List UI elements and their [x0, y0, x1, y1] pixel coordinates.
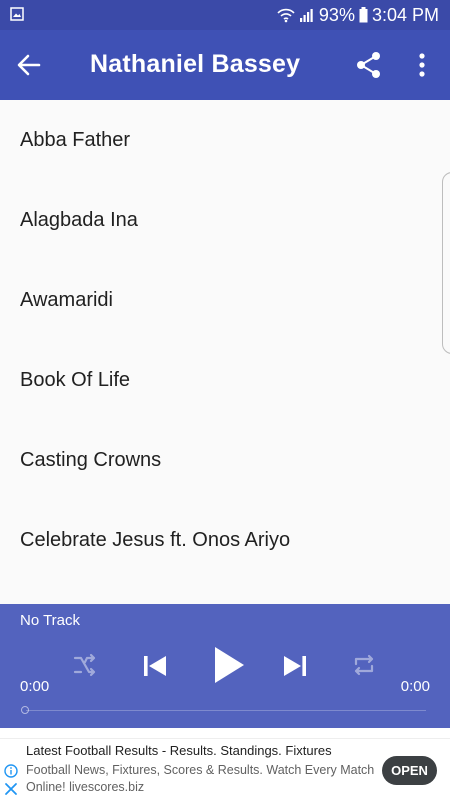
song-title: Awamaridi — [20, 288, 113, 311]
ad-banner[interactable]: Latest Football Results - Results. Stand… — [0, 738, 450, 801]
song-title: Abba Father — [20, 128, 131, 151]
wifi-icon — [277, 8, 295, 23]
current-track: No Track — [20, 612, 81, 629]
back-arrow-icon[interactable] — [16, 52, 42, 78]
previous-icon[interactable] — [140, 651, 170, 681]
ad-close-icon[interactable] — [4, 782, 18, 796]
song-item[interactable]: Abba Father — [0, 100, 450, 180]
seek-thumb[interactable] — [21, 706, 29, 714]
app-bar: Nathaniel Bassey — [0, 30, 450, 100]
ad-info-icon[interactable] — [4, 764, 18, 778]
next-icon[interactable] — [280, 651, 310, 681]
song-title: Celebrate Jesus ft. Onos Ariyo — [20, 528, 291, 551]
clock: 3:04 PM — [371, 4, 439, 25]
song-item[interactable]: Awamaridi — [0, 260, 450, 340]
song-title: Alagbada Ina — [20, 208, 138, 231]
elapsed-time: 0:00 — [20, 678, 50, 695]
side-drawer-handle[interactable] — [442, 172, 450, 354]
total-time: 0:00 — [400, 678, 430, 695]
status-bar: 93% 3:04 PM — [0, 0, 450, 30]
repeat-icon[interactable] — [351, 652, 377, 678]
more-vert-icon[interactable] — [411, 50, 433, 80]
cell-signal-icon — [299, 9, 313, 22]
share-icon[interactable] — [355, 51, 383, 79]
seek-bar[interactable] — [26, 710, 426, 711]
play-icon[interactable] — [208, 644, 248, 686]
music-player: No Track 0:00 0:00 — [0, 604, 450, 728]
ad-body: Football News, Fixtures, Scores & Result… — [26, 763, 375, 794]
song-list: Abba Father Alagbada Ina Awamaridi Book … — [0, 100, 450, 604]
song-item[interactable]: Celebrate Jesus ft. Onos Ariyo — [0, 500, 450, 580]
ad-headline: Latest Football Results - Results. Stand… — [26, 743, 332, 758]
battery-icon — [359, 7, 368, 23]
battery-percent: 93% — [318, 4, 355, 25]
ad-open-button[interactable]: OPEN — [382, 756, 437, 785]
song-title: Book Of Life — [20, 368, 131, 391]
song-item[interactable]: Alagbada Ina — [0, 180, 450, 260]
gallery-notification-icon — [10, 7, 24, 21]
song-title: Casting Crowns — [20, 448, 162, 471]
page-title: Nathaniel Bassey — [90, 50, 301, 78]
shuffle-icon[interactable] — [72, 652, 98, 678]
song-item[interactable]: Book Of Life — [0, 340, 450, 420]
song-item[interactable]: Casting Crowns — [0, 420, 450, 500]
